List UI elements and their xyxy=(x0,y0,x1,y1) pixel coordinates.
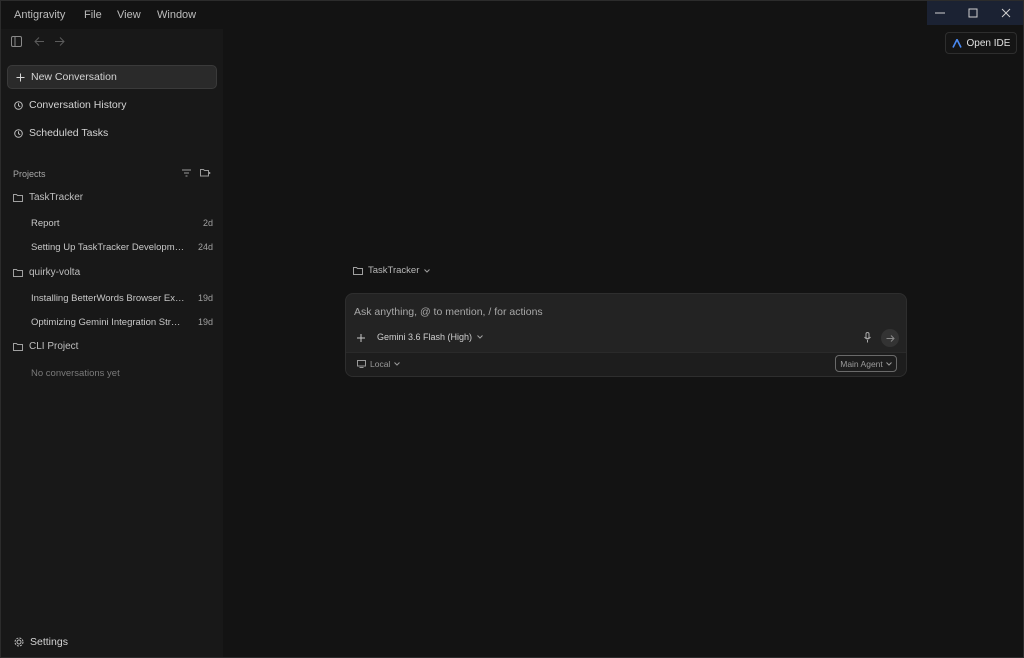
conversation-history-button[interactable]: Conversation History xyxy=(14,99,126,111)
minimize-button[interactable] xyxy=(923,1,957,25)
composer-footer: Local Main Agent xyxy=(346,352,906,376)
menu-file[interactable]: File xyxy=(84,9,102,21)
chevron-down-icon xyxy=(885,361,892,366)
folder-icon xyxy=(13,193,23,202)
chevron-down-icon xyxy=(477,335,483,339)
app-window: Antigravity File View Window New Convers… xyxy=(0,0,1024,658)
send-button[interactable] xyxy=(881,329,899,347)
filter-icon[interactable] xyxy=(182,169,191,177)
conversation-title: Setting Up TaskTracker Developm… xyxy=(31,242,185,253)
open-ide-label: Open IDE xyxy=(966,37,1011,49)
project-quirky-volta[interactable]: quirky-volta xyxy=(13,267,80,278)
back-arrow-icon[interactable] xyxy=(34,36,45,47)
project-selector[interactable]: TaskTracker xyxy=(353,265,431,276)
composer: Ask anything, @ to mention, / for action… xyxy=(345,293,907,377)
model-label: Gemini 3.6 Flash (High) xyxy=(377,332,473,342)
scheduled-tasks-label: Scheduled Tasks xyxy=(29,127,109,139)
conversation-history-label: Conversation History xyxy=(29,99,127,111)
plus-icon[interactable] xyxy=(357,334,365,342)
environment-label: Local xyxy=(370,359,391,369)
conversation-item[interactable]: Installing BetterWords Browser Ex… 19d xyxy=(31,293,213,304)
arrow-right-icon xyxy=(886,334,895,342)
microphone-icon[interactable] xyxy=(864,332,871,343)
title-bar: Antigravity File View Window xyxy=(1,1,1023,29)
menu-window[interactable]: Window xyxy=(157,9,196,21)
new-folder-icon[interactable] xyxy=(200,168,211,177)
forward-arrow-icon[interactable] xyxy=(54,36,65,47)
project-name: CLI Project xyxy=(29,341,79,352)
maximize-button[interactable] xyxy=(956,1,990,25)
conversation-age: 19d xyxy=(197,293,213,303)
folder-icon xyxy=(353,266,363,275)
project-name: TaskTracker xyxy=(29,192,84,203)
folder-icon xyxy=(13,268,23,277)
agent-selector[interactable]: Main Agent xyxy=(835,355,897,372)
main-panel: Open IDE TaskTracker Ask anything, @ to … xyxy=(223,29,1023,657)
settings-button[interactable]: Settings xyxy=(14,636,68,648)
environment-selector[interactable]: Local xyxy=(357,359,401,369)
menu-view[interactable]: View xyxy=(117,9,141,21)
antigravity-logo-icon xyxy=(951,38,962,48)
conversation-age: 24d xyxy=(197,242,213,252)
clock-icon xyxy=(14,128,23,138)
history-icon xyxy=(14,100,23,110)
conversation-age: 19d xyxy=(197,317,213,327)
agent-label: Main Agent xyxy=(840,358,883,369)
prompt-input[interactable]: Ask anything, @ to mention, / for action… xyxy=(354,306,543,318)
conversation-title: Optimizing Gemini Integration Str… xyxy=(31,317,181,328)
monitor-icon xyxy=(357,360,366,368)
conversation-item[interactable]: Optimizing Gemini Integration Str… 19d xyxy=(31,317,213,328)
conversation-title: Installing BetterWords Browser Ex… xyxy=(31,293,185,304)
maximize-icon xyxy=(968,8,978,18)
close-button[interactable] xyxy=(989,1,1023,25)
empty-project-text: No conversations yet xyxy=(31,368,120,379)
conversation-item[interactable]: Setting Up TaskTracker Developm… 24d xyxy=(31,242,213,253)
minimize-icon xyxy=(935,12,945,14)
project-name: quirky-volta xyxy=(29,267,81,278)
chevron-down-icon xyxy=(424,268,431,273)
gear-icon xyxy=(14,637,24,647)
new-conversation-button[interactable]: New Conversation xyxy=(7,65,217,89)
conversation-age: 2d xyxy=(202,218,213,228)
project-tasktracker[interactable]: TaskTracker xyxy=(13,192,83,203)
project-selector-label: TaskTracker xyxy=(368,265,420,276)
projects-heading: Projects xyxy=(13,169,46,179)
new-conversation-label: New Conversation xyxy=(31,71,117,83)
open-ide-button[interactable]: Open IDE xyxy=(945,32,1017,54)
scheduled-tasks-button[interactable]: Scheduled Tasks xyxy=(14,127,108,139)
model-selector[interactable]: Gemini 3.6 Flash (High) xyxy=(377,332,483,342)
project-cli-project[interactable]: CLI Project xyxy=(13,341,78,352)
sidebar-toggle-icon[interactable] xyxy=(11,36,22,47)
plus-icon xyxy=(16,73,25,81)
sidebar: New Conversation Conversation History Sc… xyxy=(1,29,223,657)
chevron-down-icon xyxy=(394,362,401,366)
close-icon xyxy=(1001,8,1011,18)
menu-antigravity[interactable]: Antigravity xyxy=(14,9,65,21)
folder-icon xyxy=(13,342,23,351)
settings-label: Settings xyxy=(30,636,68,648)
conversation-item[interactable]: Report 2d xyxy=(31,218,213,229)
conversation-title: Report xyxy=(31,218,60,229)
